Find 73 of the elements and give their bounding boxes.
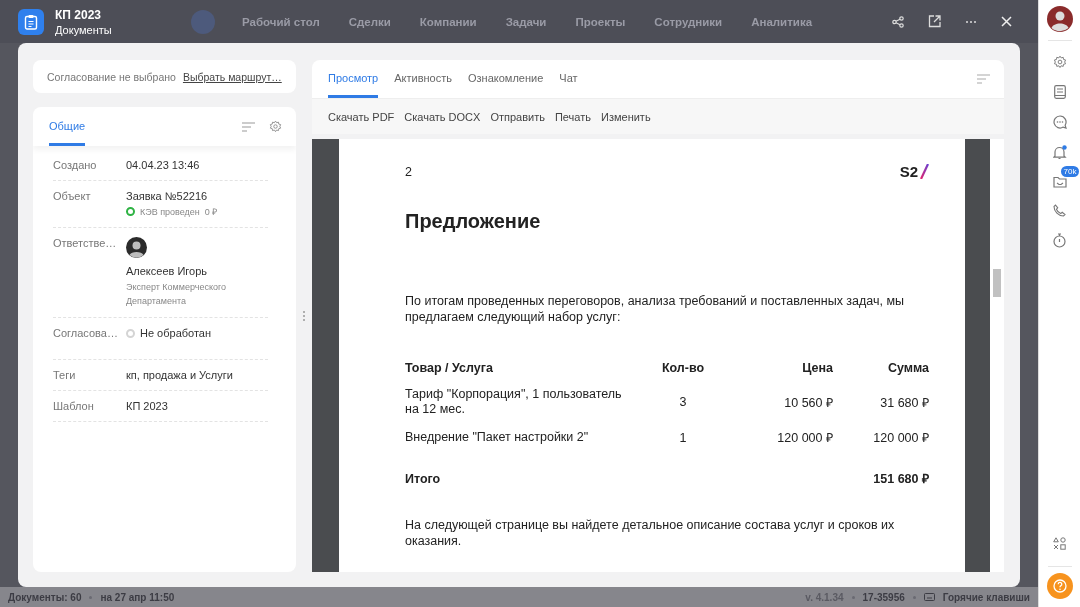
table-cell-text: 120 000 ₽ [872,430,929,447]
update-time: на 27 апр 11:50 [100,591,175,603]
add-icon [191,9,215,34]
document-paragraph: По итогам проведенных переговоров, анализа требований и поставленных задач, мы предлагаем следующий набор услуг: [405,293,906,325]
object-status: КЭВ проведен [140,206,200,217]
person-position: Эксперт Коммерческого Департамента [126,281,228,308]
document-paragraph: На следующей странице вы найдете детальное описание состава услуг и сроков их оказания. [405,517,896,549]
slash-logo-icon [920,164,929,179]
shapes-icon[interactable] [1053,537,1066,550]
field-label: Создано [53,159,98,171]
table-cell-text: 3 [678,394,688,411]
scrollbar[interactable] [990,139,1004,572]
object-amount: 0 ₽ [204,206,218,218]
approval-state: Не обработан [140,327,212,339]
table-cell-text: 31 680 ₽ [879,394,929,412]
window-subtitle: Документы [55,23,113,36]
field-value: КП 2023 [126,400,168,412]
toolbar-action[interactable]: Печать [554,110,591,123]
toolbar-action[interactable]: Скачать PDF [328,110,395,123]
field-value: кп, продажа и Услуги [126,369,233,381]
table-cell-text: 10 560 ₽ [783,394,833,412]
help-icon [1052,579,1067,593]
object-link[interactable]: Заявка №52216 [126,190,218,202]
user-avatar[interactable] [1046,6,1073,32]
field-label: Шаблон [53,400,95,412]
window-title: КП 2023 [55,7,102,22]
build-number: 17-35956 [862,591,905,603]
book-icon[interactable] [1053,85,1066,99]
document-heading: Предложение [405,210,542,233]
toolbar-action[interactable]: Скачать DOCX [404,110,481,123]
keyboard-icon [923,593,935,601]
open-external-icon[interactable] [928,15,941,28]
logo: S2 [899,163,918,180]
choose-route-link[interactable]: Выбрать маршрут… [182,70,282,83]
total-label: Итого [405,470,442,488]
stopwatch-icon[interactable] [1053,233,1066,248]
field-label: Теги [53,369,77,381]
column-header: Сумма [886,360,929,377]
table-cell-text: Тариф "Корпорация", 1 пользователь на 12 мес. [405,386,623,418]
field-value: 04.04.23 13:46 [126,159,200,171]
document-app-icon [18,8,44,35]
count-badge: 70k [1060,166,1080,177]
close-icon[interactable] [1001,16,1012,27]
toolbar-action[interactable]: Отправить [490,110,545,123]
approval-status: Согласование не выбрано [47,70,176,83]
person-name: Алексеев Игорь [126,265,209,277]
page-number: 2 [405,164,412,179]
avatar [126,237,147,258]
table-cell-text: 120 000 ₽ [776,430,833,447]
viewer-tab[interactable]: Активность [394,60,452,98]
column-header: Цена [801,360,833,377]
general-tab[interactable]: Общие [49,107,86,146]
table-cell-text: 1 [678,429,688,447]
column-header: Кол-во [660,360,706,377]
help-button[interactable] [1046,573,1073,599]
table-cell-text: Внедрение "Пакет настройки 2" [405,429,590,446]
phone-icon[interactable] [1053,204,1066,217]
inbox-icon[interactable] [1052,176,1067,188]
column-header: Товар / Услуга [405,360,494,377]
settings-icon[interactable] [269,120,282,133]
toolbar-action[interactable]: Изменить [601,110,651,123]
field-label: Согласова… [53,327,119,341]
total-value: 151 680 ₽ [872,471,929,488]
more-icon[interactable] [965,19,977,24]
bell-icon[interactable] [1052,145,1067,160]
field-label: Ответстве… [53,237,118,251]
settings-icon[interactable] [1052,55,1067,69]
viewer-tab[interactable]: Ознакомление [468,60,544,98]
field-label: Объект [53,190,92,204]
chat-icon[interactable] [1052,115,1067,129]
documents-count: Документы: 60 [8,591,82,603]
share-icon[interactable] [892,15,904,28]
viewer-tab[interactable]: Чат [559,60,578,98]
